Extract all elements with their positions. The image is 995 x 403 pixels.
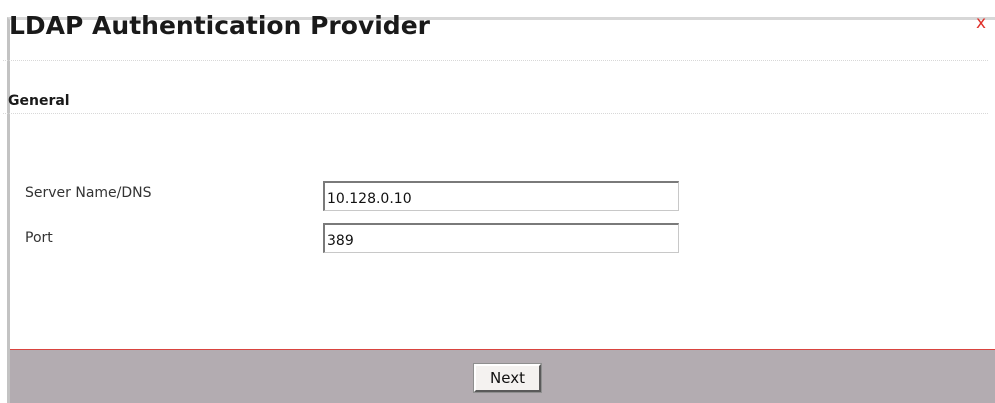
dialog-title: LDAP Authentication Provider <box>9 11 430 40</box>
title-divider <box>3 60 988 61</box>
close-icon[interactable]: x <box>974 14 988 32</box>
server-name-input[interactable] <box>323 181 679 211</box>
port-input[interactable] <box>323 223 679 253</box>
next-button[interactable]: Next <box>473 363 542 393</box>
port-label: Port <box>25 230 53 246</box>
section-divider <box>3 113 988 114</box>
server-name-label: Server Name/DNS <box>25 185 152 201</box>
section-general-label: General <box>8 93 70 109</box>
